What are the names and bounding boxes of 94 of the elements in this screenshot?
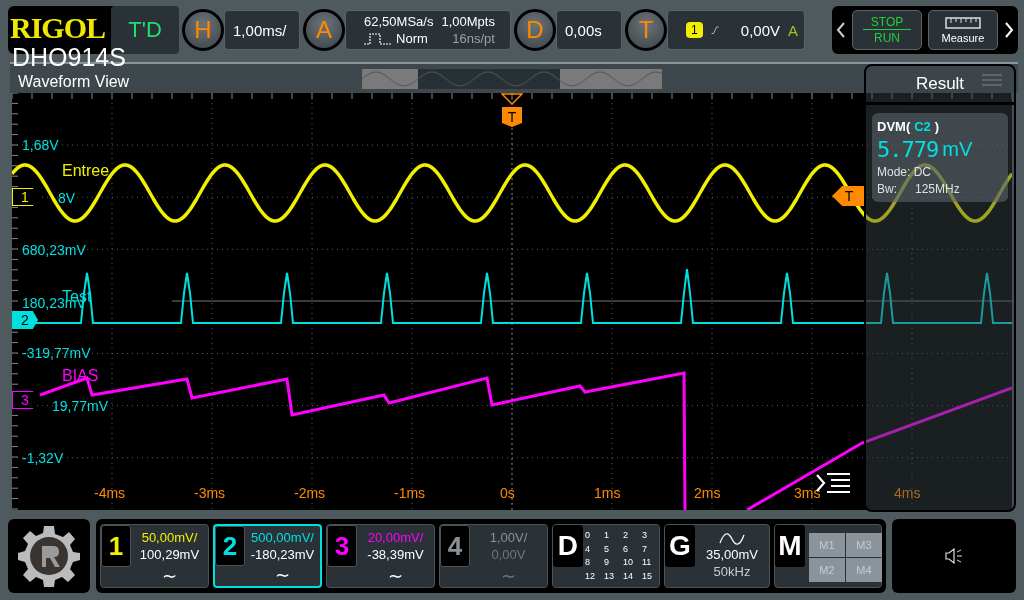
generator-amplitude: 35,00mV bbox=[705, 547, 758, 562]
view-title: Waveform View bbox=[18, 73, 131, 91]
math-key: M bbox=[775, 525, 805, 567]
voltage-label: -1,32V bbox=[22, 451, 64, 465]
bit-label: 11 bbox=[641, 556, 653, 569]
bit-label: 7 bbox=[641, 542, 648, 556]
time-label: 3ms bbox=[794, 486, 821, 500]
delay-button[interactable]: 0,00s bbox=[556, 10, 623, 50]
acquire-panel[interactable]: 62,50MSa/s Norm 1,00Mpts 16ns/pt bbox=[345, 10, 512, 50]
trace-label: Entree bbox=[62, 163, 110, 179]
brand-logo: RIGOL bbox=[10, 11, 106, 45]
channel-marker[interactable]: 1 bbox=[12, 188, 38, 206]
run-stop-button[interactable]: STOP RUN bbox=[852, 10, 922, 50]
result-title: Result bbox=[915, 74, 965, 94]
bit-label: 14 bbox=[622, 569, 634, 583]
channel-number: 4 bbox=[440, 525, 470, 567]
trigger-panel[interactable]: 1 0,00V A bbox=[667, 10, 806, 50]
channel-number: 2 bbox=[215, 526, 245, 566]
bit-label: 6 bbox=[622, 542, 629, 556]
time-label: 2ms bbox=[694, 486, 721, 500]
channel-card[interactable]: 2 500,00mV/ -180,23mV ∼ bbox=[213, 524, 322, 588]
channel-offset: 0,00V bbox=[491, 547, 526, 562]
channel-offset: -38,39mV bbox=[367, 547, 424, 562]
time-label: 0s bbox=[500, 486, 515, 500]
voltage-label: 680,23mV bbox=[22, 243, 86, 257]
trigger-sweep: A bbox=[788, 21, 799, 39]
channel-number: 1 bbox=[101, 525, 131, 567]
trigger-position-icon bbox=[501, 93, 523, 105]
voltage-label: 19,77mV bbox=[52, 399, 109, 413]
trigger-level-marker[interactable]: T bbox=[832, 186, 866, 206]
time-label: -2ms bbox=[294, 486, 326, 500]
bit-label: 4 bbox=[584, 542, 591, 556]
channel-scale: 1,00V/ bbox=[489, 530, 528, 545]
pulse-icon bbox=[364, 31, 393, 46]
channel-card[interactable]: 3 20,00mV/ -38,39mV ∼ bbox=[326, 524, 435, 588]
channel-scale: 500,00mV/ bbox=[251, 530, 314, 545]
generator-frequency: 50kHz bbox=[713, 564, 751, 579]
channel-marker[interactable]: 2 bbox=[12, 311, 38, 329]
trigger-level: 0,00V bbox=[740, 21, 780, 39]
sample-resolution: 16ns/pt bbox=[452, 31, 495, 46]
dvm-label: DVM( bbox=[877, 119, 911, 134]
dvm-source: C2 bbox=[914, 119, 931, 134]
time-label: 1ms bbox=[594, 486, 621, 500]
coupling-symbol: ∼ bbox=[161, 567, 178, 587]
time-label: 4ms bbox=[894, 486, 921, 500]
sample-rate: 62,50MSa/s bbox=[364, 14, 434, 29]
voltage-label: 8V bbox=[58, 191, 76, 205]
coupling-symbol: ∼ bbox=[387, 567, 404, 587]
channel-scale: 20,00mV/ bbox=[367, 530, 424, 545]
time-label: -4ms bbox=[94, 486, 126, 500]
measure-button[interactable]: Measure bbox=[928, 10, 998, 50]
channel-scale: 50,00mV/ bbox=[141, 530, 198, 545]
bit-label: 5 bbox=[603, 542, 610, 556]
generator-key: G bbox=[664, 525, 695, 567]
bit-label: 12 bbox=[584, 569, 596, 583]
speaker-icon bbox=[945, 548, 963, 564]
coupling-symbol: ∼ bbox=[274, 566, 291, 586]
sine-icon bbox=[719, 533, 745, 545]
voltage-label: 1,68V bbox=[22, 138, 59, 152]
time-label: -3ms bbox=[194, 486, 226, 500]
channel-offset: -180,23mV bbox=[250, 547, 315, 562]
bit-label: 2 bbox=[622, 529, 629, 542]
bit-label: 15 bbox=[641, 569, 653, 583]
channel-number: 3 bbox=[327, 525, 357, 567]
generator-card[interactable]: G 35,00mV 50kHz bbox=[663, 524, 770, 588]
bit-label: 3 bbox=[641, 529, 648, 542]
bit-label: 8 bbox=[584, 556, 591, 569]
trace-label: BIAS bbox=[62, 368, 99, 384]
trigger-source: 1 bbox=[686, 22, 703, 38]
bit-label: 0 bbox=[584, 529, 591, 542]
digital-key: D bbox=[552, 525, 583, 567]
dvm-value: 5.779 bbox=[877, 137, 939, 162]
time-label: -1ms bbox=[394, 486, 426, 500]
channel-card[interactable]: 1 50,00mV/ 100,29mV ∼ bbox=[100, 524, 209, 588]
dvm-label-end: ) bbox=[934, 119, 940, 134]
bit-label: 9 bbox=[603, 556, 610, 569]
memory-depth: 1,00Mpts bbox=[441, 14, 495, 29]
home-button[interactable] bbox=[8, 519, 90, 593]
timebase-button[interactable]: 1,00ms/ bbox=[224, 10, 301, 50]
ruler-icon bbox=[945, 16, 981, 29]
bit-label: 10 bbox=[622, 556, 634, 569]
bandwidth-value: 125MHz bbox=[915, 182, 960, 196]
acquire-mode: Norm bbox=[396, 31, 428, 46]
voltage-label: -319,77mV bbox=[22, 346, 91, 360]
channel-card[interactable]: 4 1,00V/ 0,00V ∼ bbox=[439, 524, 548, 588]
coupling-symbol: ∼ bbox=[499, 567, 517, 587]
digital-card[interactable]: D 0 1 2 3 4 5 6 7 8 9 10 11 12 13 14 15 bbox=[551, 524, 660, 588]
trigger-marker[interactable]: T bbox=[502, 107, 522, 127]
dvm-mode: Mode: DC bbox=[877, 165, 933, 179]
dvm-unit: mV bbox=[942, 138, 973, 161]
channel-offset: 100,29mV bbox=[139, 547, 200, 562]
bit-label: 1 bbox=[603, 529, 610, 542]
bandwidth-label: Bw: bbox=[877, 182, 897, 196]
bit-label: 13 bbox=[603, 569, 615, 583]
